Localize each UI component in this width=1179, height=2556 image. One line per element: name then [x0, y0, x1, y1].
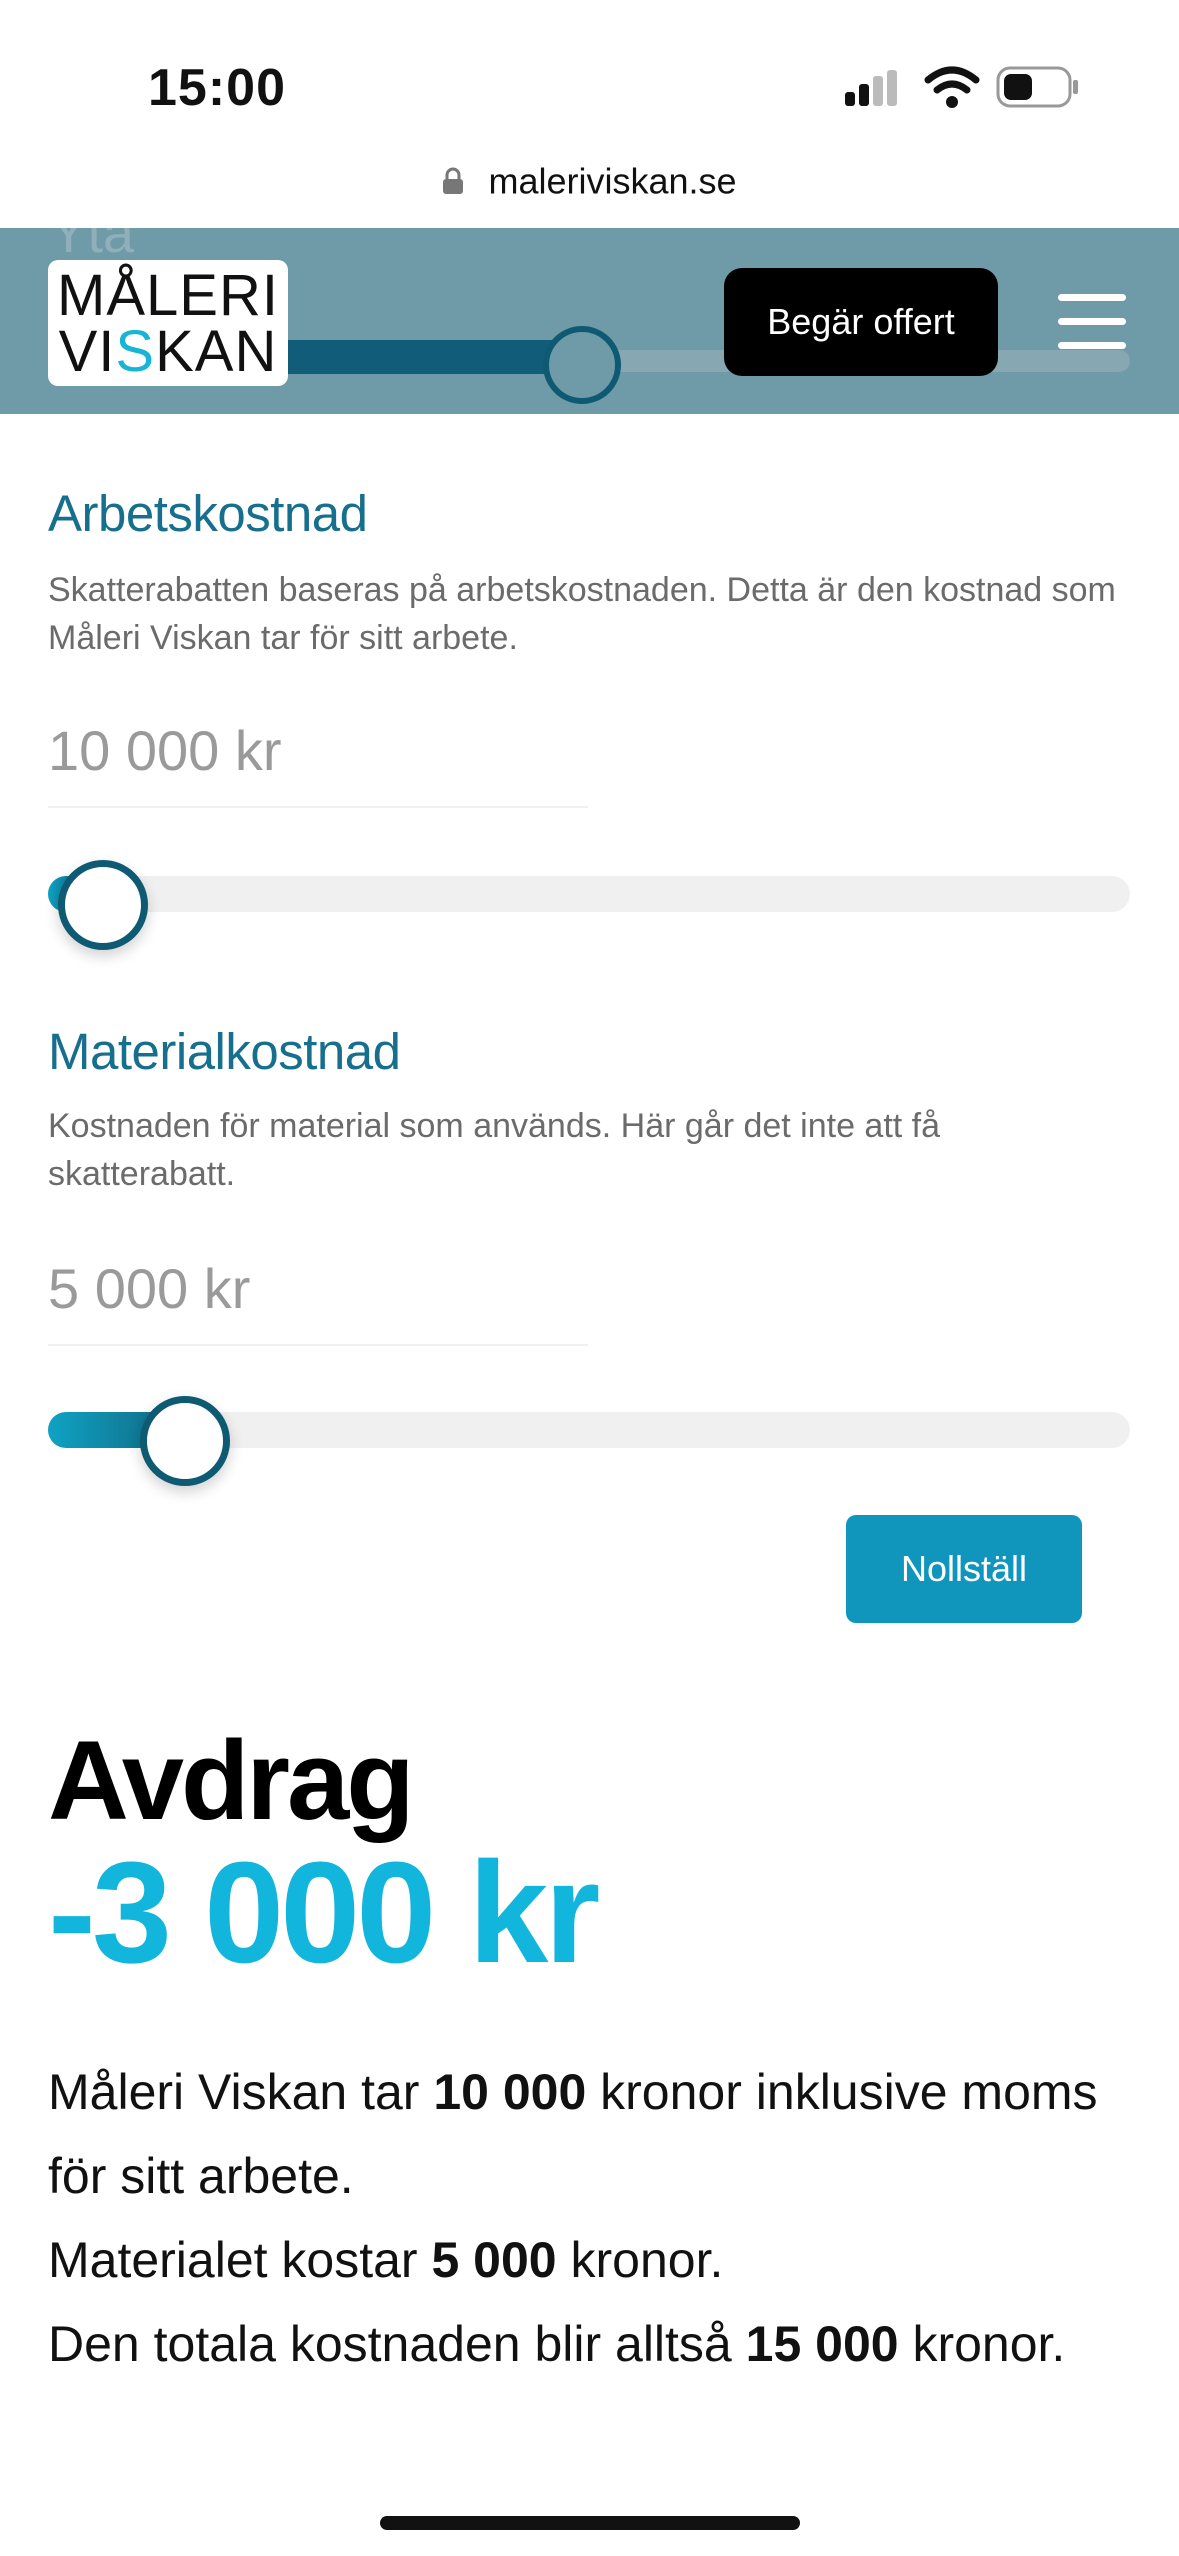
request-quote-button[interactable]: Begär offert [724, 268, 998, 376]
battery-icon [996, 66, 1078, 108]
material-cost-slider-knob[interactable] [140, 1396, 230, 1486]
labor-cost-description: Skatterabatten baseras på arbetskostnade… [48, 571, 1116, 657]
logo-accent-letter: S [115, 319, 156, 384]
material-cost-underline [48, 1344, 588, 1346]
summary-text: Den totala kostnaden blir alltså [48, 2316, 746, 2372]
home-indicator[interactable] [380, 2516, 800, 2530]
address-bar[interactable]: maleriviskan.se [0, 158, 1179, 208]
labor-cost-slider-knob[interactable] [58, 860, 148, 950]
status-bar: 15:00 [0, 0, 1179, 140]
site-header: Yta MÅLERI VISKAN Begär offert [0, 228, 1179, 414]
summary-text: kronor. [556, 2232, 724, 2288]
labor-cost-slider-track[interactable] [48, 876, 1130, 912]
cellular-signal-icon [845, 70, 897, 106]
hamburger-menu-icon[interactable] [1058, 294, 1126, 350]
summary-total-amount: 15 000 [745, 2316, 899, 2372]
logo-text-part: VI [58, 319, 116, 384]
labor-cost-underline [48, 806, 588, 808]
status-time: 15:00 [148, 59, 286, 117]
summary-material-amount: 5 000 [431, 2232, 557, 2288]
summary-text: Måleri Viskan tar [48, 2064, 434, 2120]
deduction-value: -3 000 kr [48, 1832, 600, 1993]
site-logo[interactable]: MÅLERI VISKAN [48, 260, 288, 386]
labor-cost-title: Arbetskostnad [48, 485, 368, 542]
material-cost-title: Materialkostnad [48, 1023, 401, 1080]
logo-line-2: VISKAN [48, 323, 288, 381]
summary-line-labor: Måleri Viskan tar 10 000 kronor inklusiv… [48, 2050, 1138, 2218]
summary-labor-amount: 10 000 [433, 2064, 587, 2120]
url-text: maleriviskan.se [488, 160, 737, 202]
summary-text: Materialet kostar [48, 2232, 432, 2288]
deduction-label: Avdrag [48, 1718, 415, 1843]
reset-button[interactable]: Nollställ [846, 1515, 1082, 1623]
hidden-slider-fill [240, 340, 590, 374]
material-cost-description: Kostnaden för material som används. Här … [48, 1107, 941, 1193]
summary-text: kronor. [898, 2316, 1066, 2372]
logo-text-part: KAN [155, 319, 278, 384]
cost-summary: Måleri Viskan tar 10 000 kronor inklusiv… [48, 2050, 1138, 2386]
summary-line-total: Den totala kostnaden blir alltså 15 000 … [48, 2302, 1138, 2386]
logo-line-1: MÅLERI [57, 263, 279, 328]
labor-cost-value[interactable]: 10 000 kr [48, 718, 282, 783]
hidden-slider-knob[interactable] [543, 326, 621, 404]
material-cost-value[interactable]: 5 000 kr [48, 1256, 250, 1321]
summary-line-material: Materialet kostar 5 000 kronor. [48, 2218, 1138, 2302]
wifi-icon [924, 66, 980, 108]
lock-icon [443, 168, 464, 195]
